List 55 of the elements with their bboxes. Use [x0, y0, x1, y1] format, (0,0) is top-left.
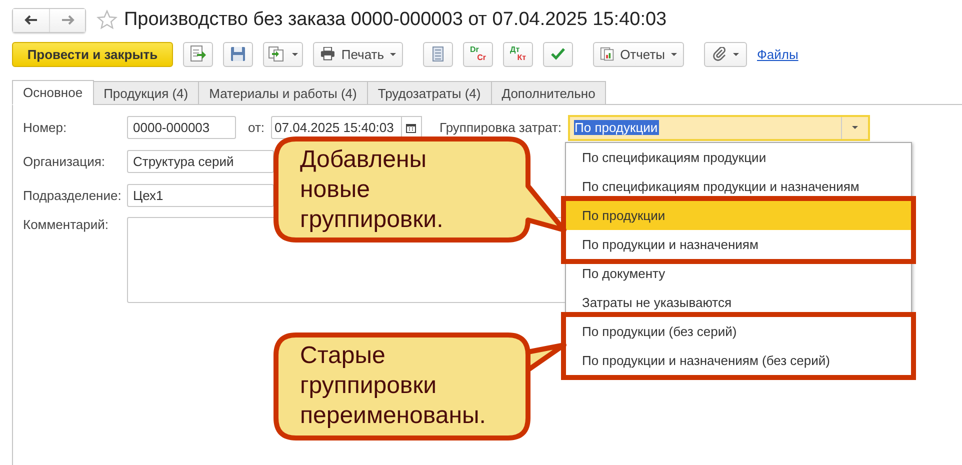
dr-cr-button[interactable]: Dr Cr	[463, 42, 493, 66]
dropdown-option[interactable]: Затраты не указываются	[566, 288, 911, 317]
dropdown-option[interactable]: По документу	[566, 259, 911, 288]
list-button[interactable]	[423, 42, 453, 66]
right-arrow-icon	[60, 15, 74, 25]
attach-button[interactable]	[704, 42, 747, 66]
documents-arrow-icon	[268, 46, 286, 62]
files-link[interactable]: Файлы	[757, 46, 798, 62]
caret-icon	[390, 52, 396, 56]
star-icon[interactable]	[96, 9, 118, 31]
dropdown-option[interactable]: По продукции и назначениям (без серий)	[566, 346, 911, 375]
check-button[interactable]	[543, 42, 573, 66]
document-arrow-icon	[189, 45, 207, 63]
dt-kt-button[interactable]: Дт Кт	[503, 42, 533, 66]
dropdown-option[interactable]: По продукции (без серий)	[566, 317, 911, 346]
tab[interactable]: Материалы и работы (4)	[198, 81, 368, 105]
list-icon	[432, 46, 444, 62]
callout-text: Старые группировки переименованы.	[300, 341, 487, 431]
calendar-icon	[406, 122, 416, 132]
field-label: от:	[248, 120, 265, 135]
back-button[interactable]	[13, 8, 49, 32]
caret-icon	[292, 52, 298, 56]
report-chart-icon	[600, 46, 614, 62]
organization-field[interactable]: Структура серий	[127, 150, 274, 173]
save-button[interactable]	[223, 42, 253, 66]
post-and-close-button[interactable]: Провести и закрыть	[12, 42, 173, 66]
left-arrow-icon	[24, 15, 38, 25]
post-button[interactable]	[183, 42, 213, 66]
department-field[interactable]: Цех1	[127, 184, 274, 207]
date-field[interactable]: 07.04.2025 15:40:03	[270, 116, 402, 139]
print-button[interactable]: Печать	[313, 42, 403, 66]
number-field[interactable]: 0000-000003	[127, 116, 236, 139]
field-label: Номер:	[23, 120, 68, 135]
caret-icon	[732, 52, 738, 56]
callout-text: Добавлены новые группировки.	[300, 145, 444, 235]
checkmark-icon	[551, 48, 565, 60]
reports-button[interactable]: Отчеты	[593, 42, 684, 66]
tab[interactable]: Основное	[12, 80, 94, 105]
dropdown-option[interactable]: По продукции	[566, 201, 911, 230]
tab[interactable]: Дополнительно	[490, 81, 606, 105]
dropdown-option[interactable]: По продукции и назначениям	[566, 230, 911, 259]
grouping-combo-field[interactable]: По продукции	[568, 114, 870, 140]
field-label: Группировка затрат:	[440, 120, 562, 135]
dropdown-option[interactable]: По спецификациям продукции	[566, 143, 911, 172]
window-title: Производство без заказа 0000-000003 от 07.04.2025 15:40:03	[124, 9, 667, 31]
dropdown-option[interactable]: По спецификациям продукции и назначениям	[566, 172, 911, 201]
tab[interactable]: Продукция (4)	[92, 81, 200, 105]
field-label: Организация:	[23, 154, 106, 169]
field-label: Подразделение:	[23, 188, 122, 203]
printer-icon	[320, 47, 336, 61]
paperclip-icon	[712, 47, 726, 61]
tab[interactable]: Трудозатраты (4)	[366, 81, 492, 105]
field-label: Комментарий:	[23, 217, 110, 232]
create-based-on-button[interactable]	[263, 42, 303, 66]
caret-icon	[671, 52, 677, 56]
